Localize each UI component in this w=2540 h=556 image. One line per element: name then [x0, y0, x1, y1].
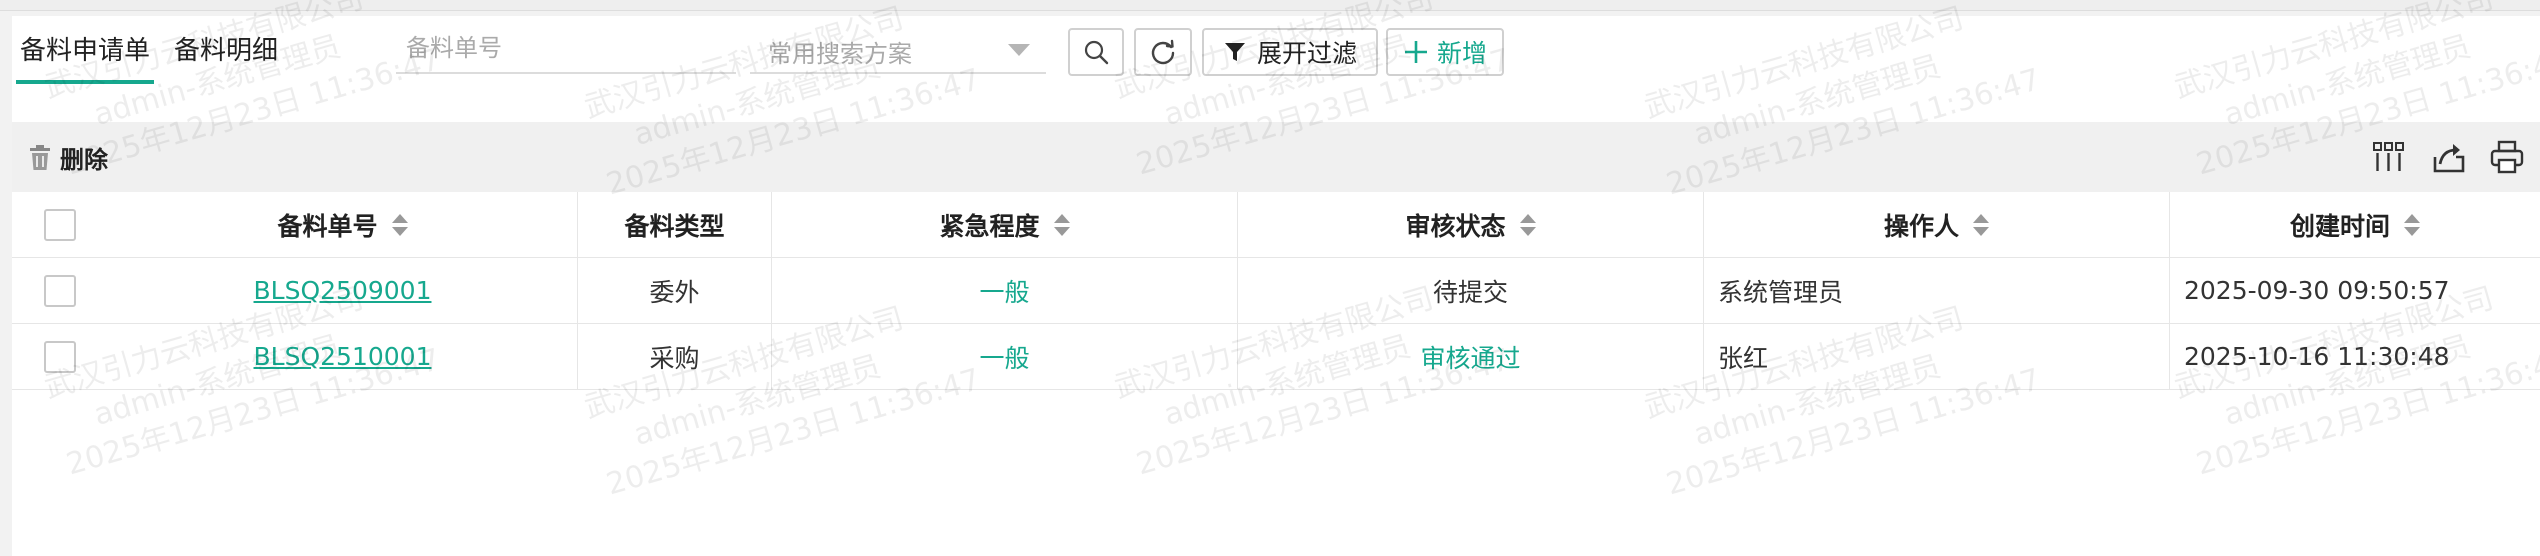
- header-operator[interactable]: 操作人: [1704, 192, 2170, 257]
- row-checkbox[interactable]: [44, 340, 76, 373]
- main-panel: 备料申请单 备料明细 常用搜索方案 展开过滤 新增: [12, 16, 2540, 556]
- record-link[interactable]: BLSQ2509001: [254, 276, 432, 305]
- cell-status: 待提交: [1238, 258, 1704, 323]
- top-strip: [0, 0, 2540, 11]
- action-bar: 删除: [12, 122, 2540, 192]
- cell-urgency: 一般: [772, 324, 1238, 389]
- export-icon[interactable]: [2432, 140, 2466, 174]
- cell-operator: 张红: [1704, 324, 2170, 389]
- header-operator-label: 操作人: [1883, 211, 1959, 241]
- cell-created: 2025-09-30 09:50:57: [2184, 276, 2450, 305]
- delete-label: 删除: [60, 146, 108, 174]
- cell-status: 审核通过: [1238, 324, 1704, 389]
- header-status-label: 审核状态: [1405, 211, 1506, 241]
- header-created[interactable]: 创建时间: [2170, 192, 2540, 257]
- table-header: 备料单号 备料类型 紧急程度 审核状态 操作人 创建时间: [12, 192, 2540, 258]
- cell-no: BLSQ2510001: [108, 324, 578, 389]
- refresh-button[interactable]: [1134, 28, 1192, 76]
- sort-icon[interactable]: [391, 212, 408, 238]
- expand-filter-label: 展开过滤: [1256, 39, 1357, 68]
- row-select-cell: [12, 258, 108, 323]
- search-field: [396, 28, 746, 74]
- search-input[interactable]: [396, 28, 746, 68]
- header-no[interactable]: 备料单号: [108, 192, 578, 257]
- delete-button[interactable]: 删除: [28, 140, 108, 175]
- cell-type: 委外: [578, 258, 772, 323]
- table-row[interactable]: BLSQ2510001 采购 一般 审核通过 张红 2025-10-16 11:…: [12, 324, 2540, 390]
- select-all-cell: [12, 192, 108, 257]
- header-status[interactable]: 审核状态: [1238, 192, 1704, 257]
- record-link[interactable]: BLSQ2510001: [254, 342, 432, 371]
- search-icon: [1084, 40, 1109, 65]
- cell-type: 采购: [578, 324, 772, 389]
- sort-icon[interactable]: [1519, 212, 1536, 238]
- search-scheme-select[interactable]: 常用搜索方案: [750, 28, 1046, 74]
- row-checkbox[interactable]: [44, 274, 76, 307]
- add-label: 新增: [1436, 39, 1487, 68]
- sort-icon[interactable]: [2404, 212, 2420, 238]
- data-table: 备料单号 备料类型 紧急程度 审核状态 操作人 创建时间 BLSQ2509001…: [12, 192, 2540, 390]
- refresh-icon: [1151, 39, 1175, 65]
- search-scheme-placeholder: 常用搜索方案: [768, 40, 912, 68]
- cell-operator: 系统管理员: [1704, 258, 2170, 323]
- plus-icon: [1404, 41, 1427, 63]
- tab-bar: 备料申请单 备料明细: [16, 32, 298, 84]
- sort-icon[interactable]: [1973, 212, 1989, 238]
- trash-icon: [30, 144, 50, 170]
- header-urgency-label: 紧急程度: [939, 211, 1040, 241]
- sort-icon[interactable]: [1053, 212, 1070, 238]
- header-created-label: 创建时间: [2289, 211, 2390, 241]
- expand-filter-button[interactable]: 展开过滤: [1202, 28, 1378, 76]
- header-type-label: 备料类型: [624, 211, 725, 241]
- chevron-down-icon: [1008, 44, 1030, 56]
- cell-created: 2025-10-16 11:30:48: [2184, 342, 2450, 371]
- add-button[interactable]: 新增: [1386, 28, 1504, 76]
- cell-no: BLSQ2509001: [108, 258, 578, 323]
- filter-icon: [1224, 43, 1245, 61]
- header-no-label: 备料单号: [277, 211, 378, 241]
- tab-material-detail[interactable]: 备料明细: [170, 32, 282, 84]
- table-row[interactable]: BLSQ2509001 委外 一般 待提交 系统管理员 2025-09-30 0…: [12, 258, 2540, 324]
- select-all-checkbox[interactable]: [44, 208, 76, 241]
- row-select-cell: [12, 324, 108, 389]
- header-urgency[interactable]: 紧急程度: [772, 192, 1238, 257]
- print-icon[interactable]: [2490, 140, 2524, 174]
- tab-material-request[interactable]: 备料申请单: [16, 32, 155, 84]
- cell-urgency: 一般: [772, 258, 1238, 323]
- header-type: 备料类型: [578, 192, 772, 257]
- columns-icon[interactable]: [2372, 140, 2406, 174]
- search-button[interactable]: [1068, 28, 1124, 76]
